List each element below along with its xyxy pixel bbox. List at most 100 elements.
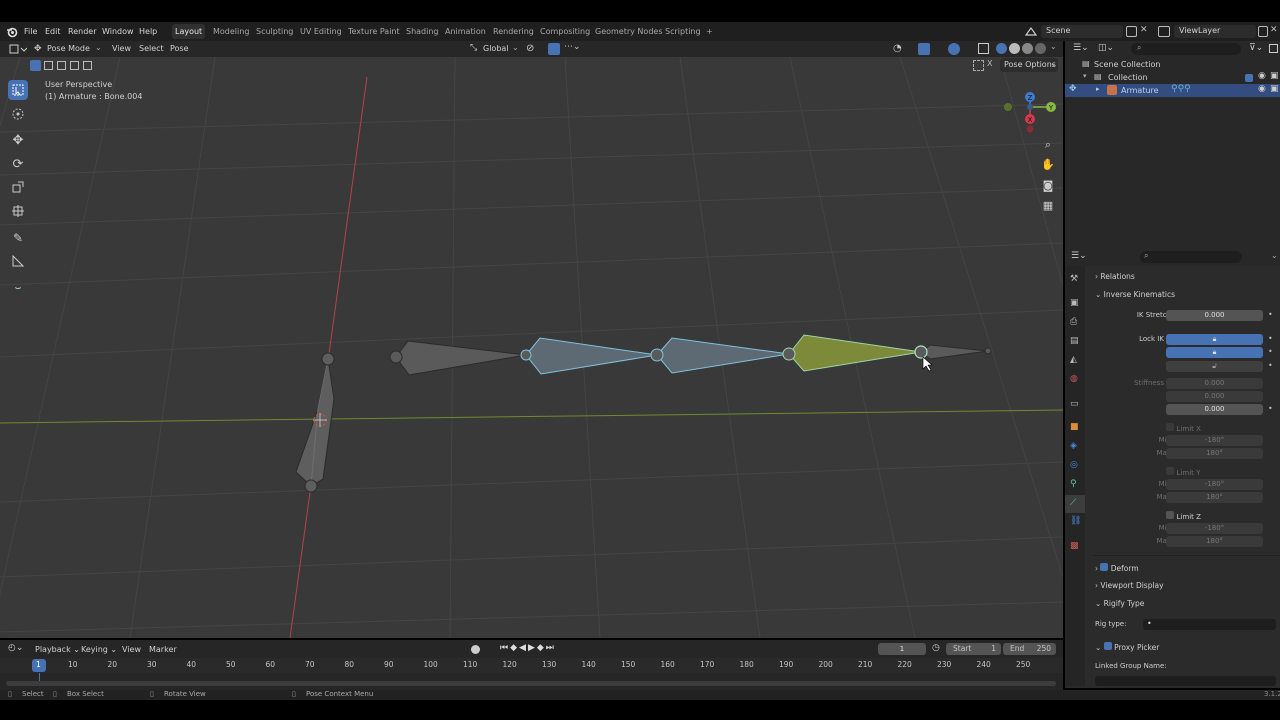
pose-mode-indicator-icon[interactable]: ✥	[1069, 84, 1077, 94]
snap-target-icon[interactable]: ⋯⌄	[564, 42, 581, 52]
armature-data-tab-icon[interactable]: ⚲	[1070, 479, 1077, 489]
viewport-canvas[interactable]	[0, 57, 1063, 638]
snap-icon[interactable]	[548, 43, 560, 55]
frame-ruler[interactable]: 1 10 20 30 40 50 60 70 80 90 100 110 120 130 140 150 16…	[0, 658, 1063, 673]
outliner-row-collection[interactable]: ▾ ▤ Collection ◉ ▣	[1065, 71, 1280, 84]
keyframe-dot-icon[interactable]: •	[1268, 334, 1273, 343]
shading-rendered-icon[interactable]	[1035, 43, 1046, 54]
world-tab-icon[interactable]: ◍	[1070, 374, 1078, 384]
expand-arrow-icon[interactable]: ▾	[1083, 72, 1087, 80]
shading-solid-icon[interactable]	[1009, 43, 1020, 54]
eye-icon[interactable]: ◉	[1258, 71, 1266, 81]
bone-chain-5[interactable]	[914, 344, 992, 360]
pose-options-dropdown[interactable]: Pose Options ⌄	[1000, 58, 1058, 72]
blender-logo-icon[interactable]	[6, 26, 18, 38]
perspective-grid-icon[interactable]: ▦	[1039, 196, 1057, 214]
menu-window[interactable]: Window	[99, 22, 137, 41]
preview-range-icon[interactable]: ◷	[932, 643, 940, 653]
tab-layout[interactable]: Layout	[172, 24, 206, 39]
bone-chain-1[interactable]	[389, 340, 527, 376]
filter-icon[interactable]: ⊽⌄	[1249, 43, 1263, 53]
menu-select[interactable]: Select	[139, 44, 164, 53]
view-layer-tab-icon[interactable]: ▤	[1070, 336, 1079, 346]
bone-root[interactable]	[295, 352, 335, 493]
eye-icon[interactable]: ◉	[1258, 84, 1266, 94]
end-frame-field[interactable]: End 250	[1003, 643, 1056, 655]
timeline-scrollbar[interactable]	[6, 681, 1056, 686]
outliner-row-armature[interactable]: ✥ ▸ Armature ⚲⚲⚲ ◉ ▣	[1065, 84, 1280, 97]
jump-end-icon[interactable]: ⏭	[546, 643, 556, 653]
scene-selector[interactable]: Scene	[1041, 25, 1123, 38]
3d-viewport[interactable]: ✥ ⟳ ✎ ⌣ User Perspective (1) Armature : …	[0, 57, 1063, 638]
keyframe-dot-icon[interactable]: •	[1268, 347, 1273, 356]
move-tool-icon[interactable]: ✥	[8, 130, 28, 150]
select-mode-toggles[interactable]	[30, 60, 94, 72]
record-icon[interactable]	[471, 645, 480, 654]
pan-hand-icon[interactable]: ✋	[1039, 155, 1057, 173]
tab-compositing[interactable]: Compositing	[537, 24, 593, 39]
scene-icon[interactable]	[1024, 26, 1038, 37]
menu-playback[interactable]: Playback ⌄	[35, 645, 80, 654]
bone-chain-3-selected[interactable]	[650, 337, 790, 374]
visibility-icon[interactable]: ◔	[893, 43, 902, 54]
stiffness-x-field[interactable]: 0.000	[1166, 378, 1263, 389]
select-new-icon[interactable]	[30, 60, 41, 71]
editor-type-icon[interactable]	[9, 43, 28, 55]
transform-orientation[interactable]: ⤡ Global ⌄	[469, 42, 521, 56]
pivot-icon[interactable]: ⊘	[526, 43, 534, 54]
overlay-toggle-icon[interactable]	[948, 43, 960, 55]
tab-rendering[interactable]: Rendering	[490, 24, 537, 39]
deform-checkbox[interactable]	[1100, 563, 1109, 571]
playhead[interactable]: 1	[32, 659, 46, 672]
tab-animation[interactable]: Animation	[442, 24, 489, 39]
menu-keying[interactable]: Keying ⌄	[81, 645, 117, 654]
lock-ik-y-toggle[interactable]: 🔒︎	[1166, 347, 1263, 358]
stiffness-z-field[interactable]: 0.000	[1166, 404, 1263, 415]
navigation-gizmo[interactable]: Y Z X	[1000, 85, 1060, 135]
outliner-editor-icon[interactable]: ☰⌄	[1073, 43, 1089, 53]
limit-y-max-field[interactable]: 180°	[1166, 492, 1263, 503]
transform-tool-icon[interactable]	[8, 201, 28, 221]
properties-search-input[interactable]: ⌕	[1140, 251, 1242, 263]
proxy-picker-section[interactable]: ⌄ Proxy Picker	[1095, 642, 1159, 652]
mode-selector[interactable]: ✥ Pose Mode ⌄	[32, 42, 104, 56]
bone-chain-4-active[interactable]	[782, 334, 922, 372]
keyframe-dot-icon[interactable]: •	[1268, 361, 1273, 370]
ik-section[interactable]: ⌄ Inverse Kinematics	[1095, 290, 1175, 299]
expand-arrow-icon[interactable]: ▸	[1096, 85, 1100, 93]
collection-tab-icon[interactable]: ▭	[1070, 399, 1079, 409]
object-tab-icon[interactable]: ■	[1070, 422, 1079, 432]
scale-tool-icon[interactable]	[8, 177, 28, 197]
display-mode-icon[interactable]: ◫⌄	[1098, 43, 1114, 53]
menu-edit[interactable]: Edit	[42, 22, 64, 41]
menu-pose[interactable]: Pose	[170, 44, 189, 53]
texture-tab-icon[interactable]: ▩	[1070, 541, 1079, 551]
limit-z-checkbox[interactable]: Limit Z	[1166, 511, 1201, 521]
tab-shading[interactable]: Shading	[403, 24, 442, 39]
prev-keyframe-icon[interactable]: ◆	[510, 643, 519, 653]
tab-uv-editing[interactable]: UV Editing	[297, 24, 345, 39]
properties-editor-icon[interactable]: ☰⌄	[1071, 251, 1087, 261]
new-view-layer-icon[interactable]	[1258, 26, 1268, 37]
limit-y-checkbox[interactable]: Limit Y	[1166, 467, 1200, 477]
tab-scripting[interactable]: Scripting	[662, 24, 704, 39]
menu-timeline-view[interactable]: View	[122, 645, 141, 654]
close-header-icon[interactable]: X	[987, 59, 992, 68]
add-workspace-button[interactable]: +	[703, 24, 716, 39]
stiffness-y-field[interactable]: 0.000	[1166, 391, 1263, 402]
xray-icon[interactable]	[978, 43, 989, 54]
tab-modeling[interactable]: Modeling	[210, 24, 252, 39]
start-frame-field[interactable]: Start 1	[946, 643, 1001, 655]
tool-tab-icon[interactable]: ⚒	[1070, 274, 1078, 284]
view-layer-selector[interactable]: ViewLayer	[1174, 25, 1256, 38]
keyframe-dot-icon[interactable]: •	[1268, 404, 1273, 413]
jump-start-icon[interactable]: ⏮	[500, 643, 510, 653]
rigify-type-section[interactable]: ⌄ Rigify Type	[1095, 599, 1144, 608]
menu-help[interactable]: Help	[136, 22, 160, 41]
cursor-tool-icon[interactable]	[8, 104, 28, 124]
select-subtract-icon[interactable]	[57, 61, 66, 70]
viewport-display-section[interactable]: › Viewport Display	[1095, 581, 1164, 590]
select-intersect-icon[interactable]	[83, 61, 92, 70]
limit-z-min-field[interactable]: -180°	[1166, 523, 1263, 534]
menu-render[interactable]: Render	[65, 22, 99, 41]
